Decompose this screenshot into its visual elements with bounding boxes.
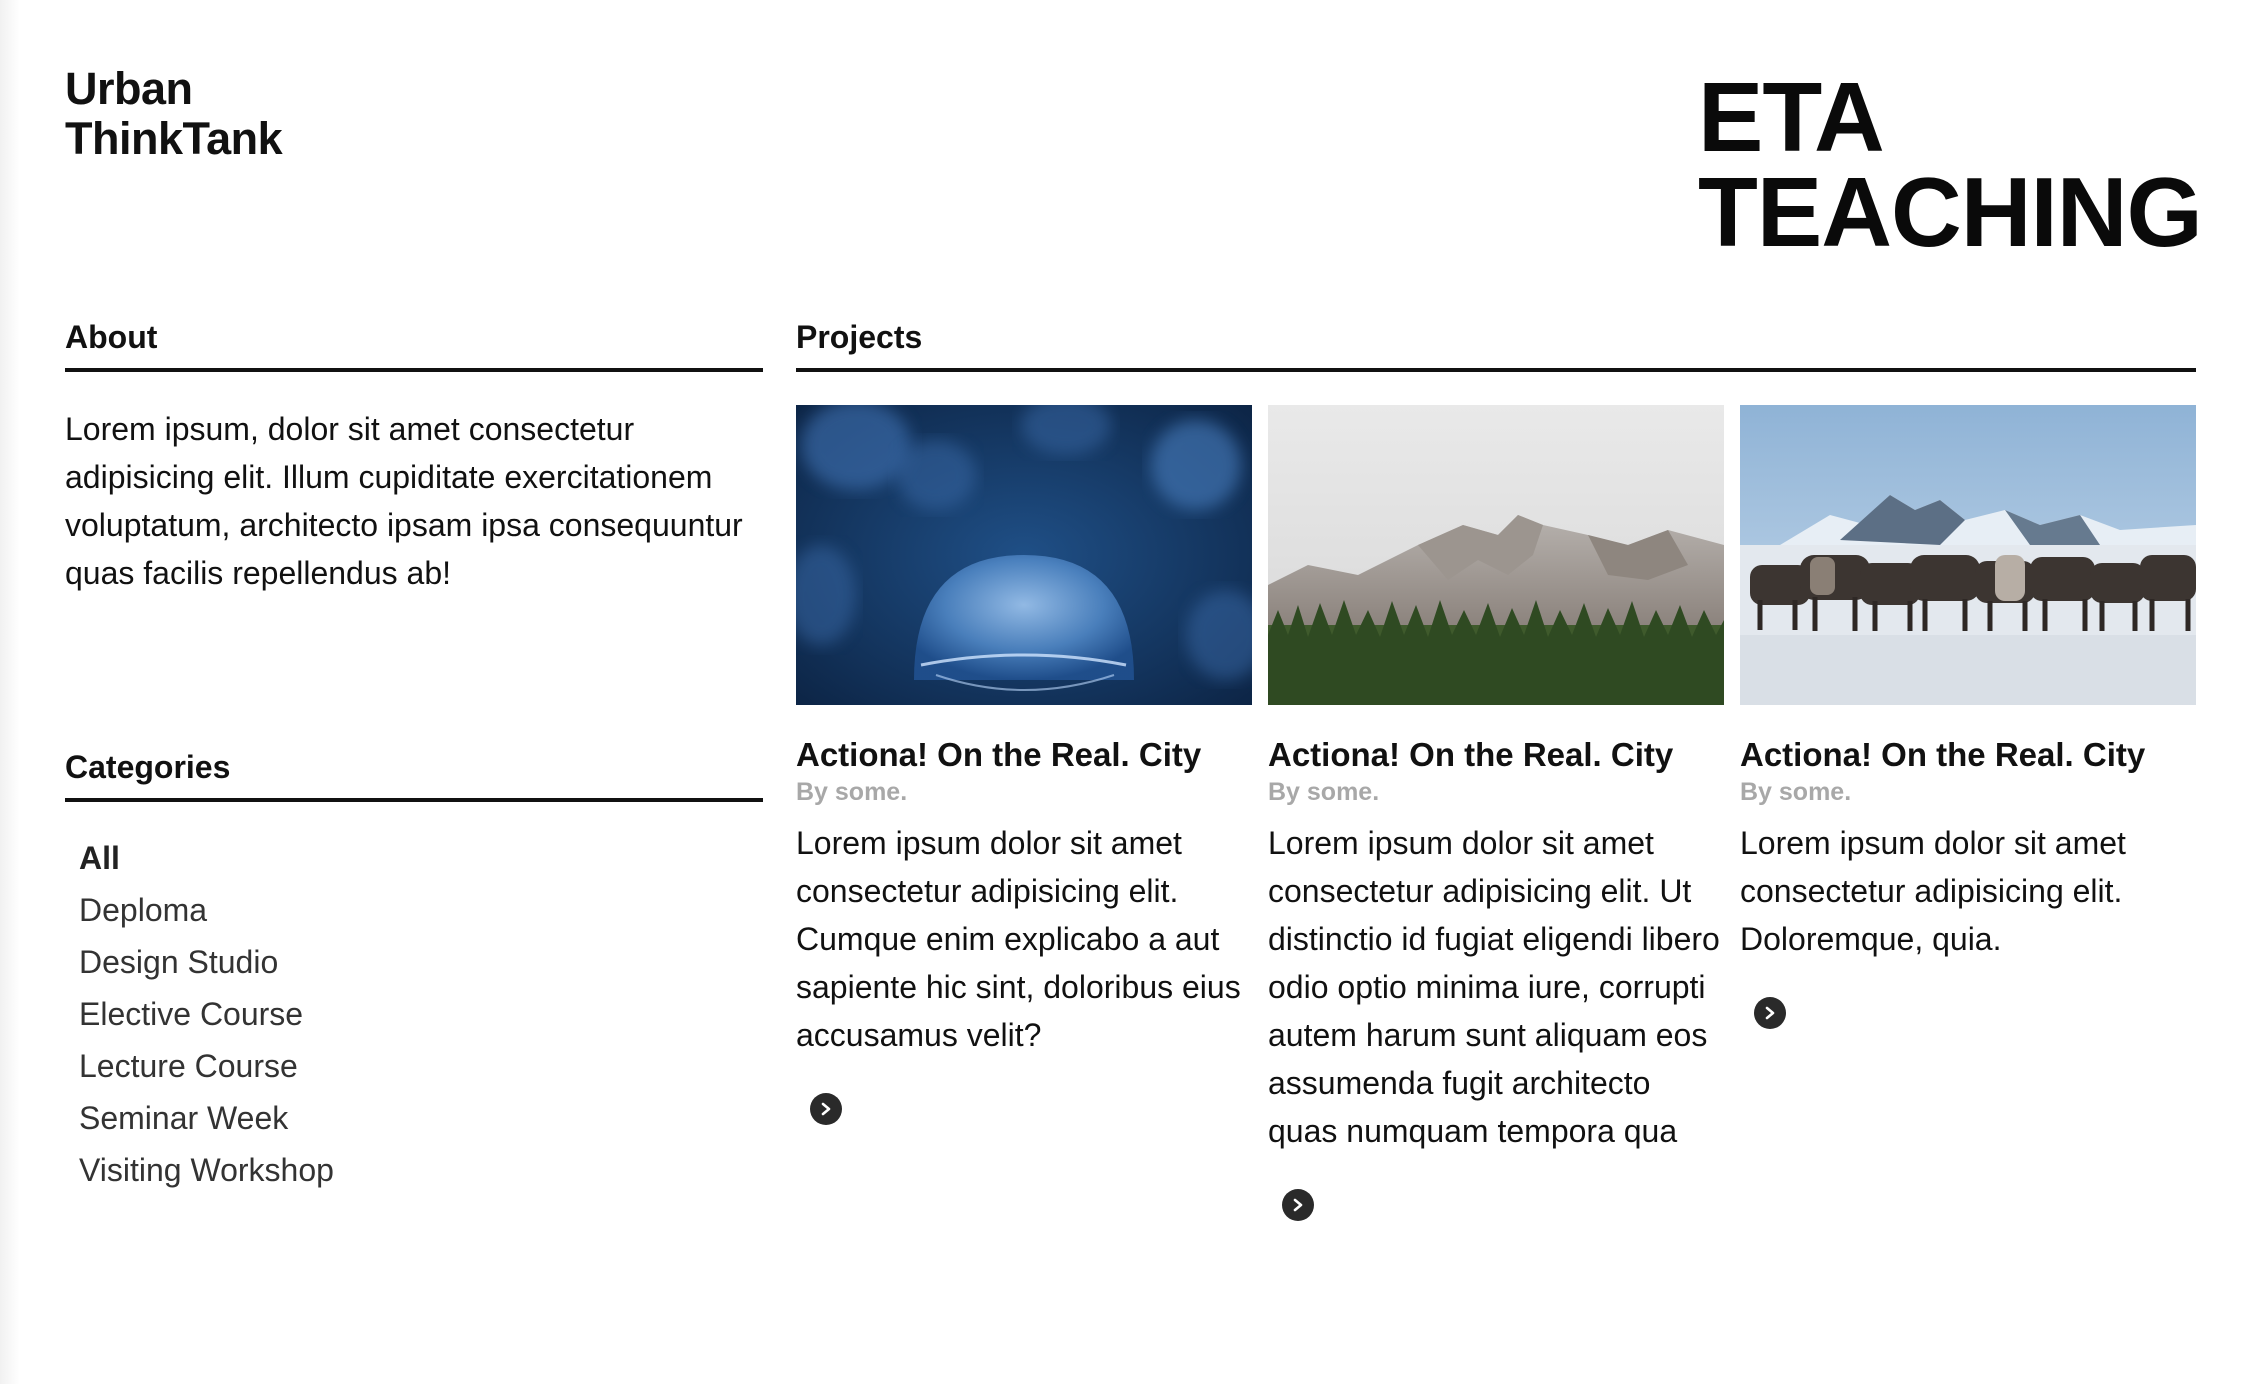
page: Urban ThinkTank ETA TEACHING About Lorem… bbox=[0, 0, 2250, 1384]
project-card: Actiona! On the Real. City By some. Lore… bbox=[1740, 405, 2196, 1029]
category-item-elective-course[interactable]: Elective Course bbox=[79, 988, 334, 1040]
project-title[interactable]: Actiona! On the Real. City bbox=[1740, 735, 2196, 775]
project-description: Lorem ipsum dolor sit amet consectetur a… bbox=[796, 825, 1241, 1053]
category-item-visiting-workshop[interactable]: Visiting Workshop bbox=[79, 1144, 334, 1196]
project-byline: By some. bbox=[1740, 778, 1852, 806]
page-title-line-2: TEACHING bbox=[1698, 157, 2203, 267]
project-byline: By some. bbox=[1268, 778, 1380, 806]
chevron-right-circle-icon[interactable] bbox=[1282, 1189, 1314, 1221]
projects-heading: Projects bbox=[796, 318, 2196, 372]
category-item-all[interactable]: All bbox=[79, 832, 334, 884]
project-image-mountains[interactable] bbox=[1268, 405, 1724, 705]
logo-line-2: ThinkTank bbox=[65, 113, 283, 164]
site-logo[interactable]: Urban ThinkTank bbox=[65, 63, 283, 164]
category-item-lecture-course[interactable]: Lecture Course bbox=[79, 1040, 334, 1092]
project-description: Lorem ipsum dolor sit amet consectetur a… bbox=[1740, 825, 2126, 957]
category-item-deploma[interactable]: Deploma bbox=[79, 884, 334, 936]
project-image-jellyfish[interactable] bbox=[796, 405, 1252, 705]
chevron-right-circle-icon[interactable] bbox=[810, 1093, 842, 1125]
project-byline: By some. bbox=[796, 778, 908, 806]
categories-heading: Categories bbox=[65, 748, 763, 802]
project-image-horses[interactable] bbox=[1740, 405, 2196, 705]
project-title[interactable]: Actiona! On the Real. City bbox=[1268, 735, 1724, 775]
category-item-seminar-week[interactable]: Seminar Week bbox=[79, 1092, 334, 1144]
project-card: Actiona! On the Real. City By some. Lore… bbox=[796, 405, 1252, 1125]
about-text: Lorem ipsum, dolor sit amet consectetur … bbox=[65, 411, 743, 591]
project-description: Lorem ipsum dolor sit amet consectetur a… bbox=[1268, 825, 1720, 1149]
about-heading: About bbox=[65, 318, 763, 372]
category-list: All Deploma Design Studio Elective Cours… bbox=[79, 832, 334, 1196]
category-item-design-studio[interactable]: Design Studio bbox=[79, 936, 334, 988]
project-card: Actiona! On the Real. City By some. Lore… bbox=[1268, 405, 1724, 1221]
logo-line-1: Urban bbox=[65, 63, 193, 114]
page-title-line-1: ETA bbox=[1698, 62, 1885, 172]
project-title[interactable]: Actiona! On the Real. City bbox=[796, 735, 1252, 775]
page-title: ETA TEACHING bbox=[1698, 62, 2203, 267]
chevron-right-circle-icon[interactable] bbox=[1754, 997, 1786, 1029]
